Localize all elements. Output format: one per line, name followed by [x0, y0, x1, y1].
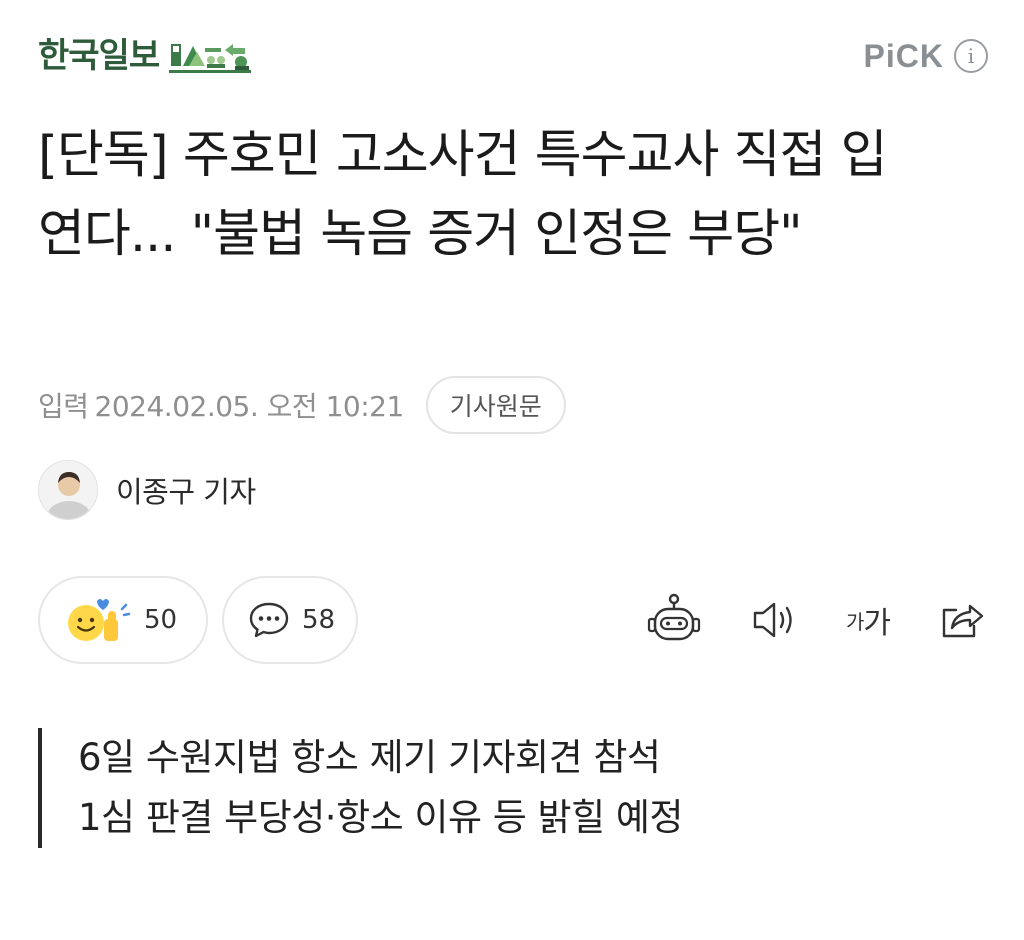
share-button[interactable] [938, 590, 986, 650]
comment-count: 58 [302, 605, 336, 635]
robot-summary-button[interactable] [646, 590, 702, 650]
datetime-value: 2024.02.05. 오전 10:21 [94, 390, 405, 423]
reaction-button[interactable]: 50 [38, 576, 208, 664]
robot-summary-icon [647, 593, 701, 641]
article-summary: 6일 수원지법 항소 제기 기자회견 참석 1심 판결 부당성·항소 이유 등 … [38, 728, 683, 848]
pick-badge: PiCK [863, 38, 944, 74]
info-icon[interactable]: i [954, 39, 988, 73]
article-tools: 가가 [646, 590, 986, 650]
pick-area: PiCK i [864, 38, 988, 74]
reporter-name: 이종구 기자 [116, 475, 256, 509]
speaker-icon [753, 602, 792, 638]
press-logo[interactable]: 한국일보 [38, 34, 252, 78]
press-name: 한국일보 [38, 36, 160, 76]
reporter[interactable]: 이종구 기자 [38, 460, 256, 520]
emoji-reaction-icon [68, 599, 131, 641]
font-size-icon[interactable]: 가가 [845, 590, 891, 650]
summary-line: 6일 수원지법 항소 제기 기자회견 참석 [78, 736, 661, 779]
share-icon [942, 604, 984, 638]
font-size-label-small: 가 [845, 609, 864, 634]
comment-button[interactable]: 58 [222, 576, 358, 664]
article-headline: [단독] 주호민 고소사건 특수교사 직접 입 연다... "불법 녹음 증거 … [38, 126, 888, 264]
text-to-speech-button[interactable] [750, 590, 798, 650]
summary-line: 1심 판결 부당성·항소 이유 등 밝힐 예정 [78, 796, 683, 839]
font-size-label-large: 가 [863, 606, 891, 641]
article-datetime: 입력 2024.02.05. 오전 10:21 [38, 385, 404, 425]
reaction-count: 50 [144, 605, 178, 635]
comment-bubble-icon [249, 602, 289, 638]
article-meta: 입력 2024.02.05. 오전 10:21 기사원문 [38, 376, 566, 434]
original-article-button[interactable]: 기사원문 [425, 376, 566, 434]
reporter-avatar [38, 460, 98, 520]
input-label: 입력 [38, 390, 89, 423]
press-emblem-icon [169, 40, 252, 73]
